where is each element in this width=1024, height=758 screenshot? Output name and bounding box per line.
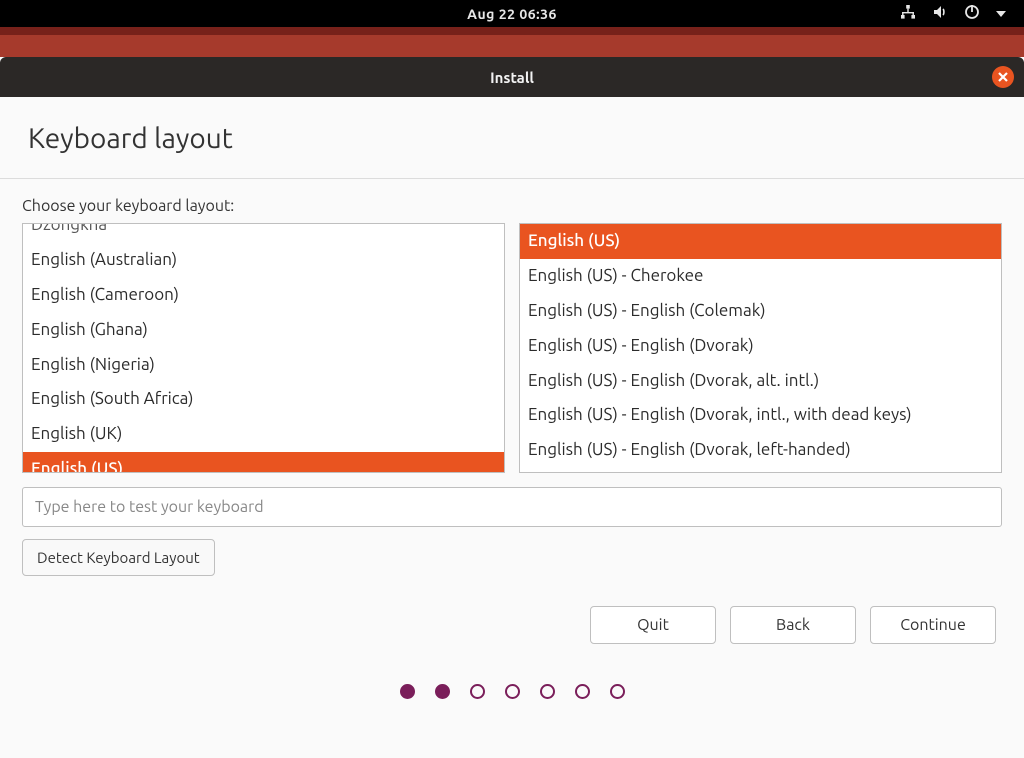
system-tray[interactable] — [900, 0, 1006, 27]
detect-keyboard-layout-button[interactable]: Detect Keyboard Layout — [22, 539, 215, 576]
progress-dot — [610, 684, 625, 699]
nav-button-row: Quit Back Continue — [22, 606, 1002, 644]
power-icon[interactable] — [964, 4, 980, 23]
clock-text: Aug 22 06:36 — [467, 6, 557, 22]
variant-item[interactable]: English (US) - English (Dvorak, intl., w… — [520, 398, 1001, 433]
chevron-down-icon[interactable] — [996, 11, 1006, 17]
variant-item[interactable]: English (US) - English (Dvorak) — [520, 329, 1001, 364]
continue-button[interactable]: Continue — [870, 606, 996, 644]
progress-dot — [540, 684, 555, 699]
variant-item[interactable]: English (US) — [520, 224, 1001, 259]
progress-dot — [470, 684, 485, 699]
desktop-accent-top — [0, 27, 1024, 35]
network-icon[interactable] — [900, 4, 916, 23]
installer-page: Keyboard layout Choose your keyboard lay… — [0, 97, 1024, 758]
variant-item[interactable]: English (US) - English (Dvorak, right-ha… — [520, 468, 1001, 473]
progress-dot — [400, 684, 415, 699]
keyboard-test-input[interactable] — [22, 487, 1002, 527]
quit-button[interactable]: Quit — [590, 606, 716, 644]
layout-item[interactable]: English (US) — [23, 452, 504, 473]
progress-dots — [22, 684, 1002, 699]
gnome-topbar: Aug 22 06:36 — [0, 0, 1024, 27]
layout-item[interactable]: English (Australian) — [23, 243, 504, 278]
progress-dot — [575, 684, 590, 699]
back-button[interactable]: Back — [730, 606, 856, 644]
window-close-button[interactable] — [992, 66, 1014, 88]
choose-layout-prompt: Choose your keyboard layout: — [22, 197, 1002, 215]
layout-item[interactable]: English (Nigeria) — [23, 348, 504, 383]
desktop-accent-band — [0, 35, 1024, 57]
progress-dot — [435, 684, 450, 699]
layout-item[interactable]: English (South Africa) — [23, 382, 504, 417]
layout-item[interactable]: English (Cameroon) — [23, 278, 504, 313]
window-titlebar: Install — [0, 57, 1024, 97]
layout-item[interactable]: English (Ghana) — [23, 313, 504, 348]
page-heading: Keyboard layout — [0, 97, 1024, 179]
close-icon — [998, 72, 1008, 82]
layouts-listbox[interactable]: DzongkhaEnglish (Australian)English (Cam… — [22, 223, 505, 473]
layout-item[interactable]: English (UK) — [23, 417, 504, 452]
window-title: Install — [490, 69, 534, 86]
variant-item[interactable]: English (US) - English (Colemak) — [520, 294, 1001, 329]
variants-listbox[interactable]: English (US)English (US) - CherokeeEngli… — [519, 223, 1002, 473]
progress-dot — [505, 684, 520, 699]
layout-item[interactable]: Dzongkha — [23, 223, 504, 243]
variant-item[interactable]: English (US) - English (Dvorak, left-han… — [520, 433, 1001, 468]
variant-item[interactable]: English (US) - English (Dvorak, alt. int… — [520, 364, 1001, 399]
variant-item[interactable]: English (US) - Cherokee — [520, 259, 1001, 294]
volume-icon[interactable] — [932, 4, 948, 23]
